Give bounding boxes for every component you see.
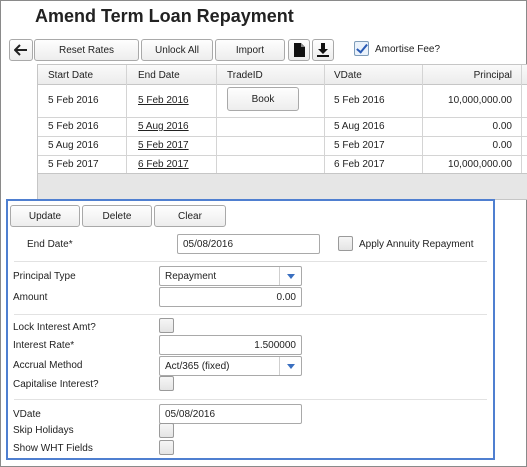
- page-title: Amend Term Loan Repayment: [35, 6, 294, 26]
- grid-cell-start-date: 5 Feb 2016: [48, 95, 99, 106]
- delete-button[interactable]: Delete: [82, 205, 152, 227]
- end-date-field[interactable]: 05/08/2016: [177, 234, 320, 254]
- repayment-grid: Start Date End Date TradeID VDate Princi…: [37, 64, 527, 200]
- chevron-down-icon[interactable]: [279, 267, 301, 285]
- download-icon: [317, 43, 329, 57]
- capitalise-interest-checkbox[interactable]: [159, 376, 174, 391]
- end-date-label: End Date*: [27, 239, 73, 250]
- grid-cell-end-date[interactable]: 5 Feb 2016: [138, 95, 189, 106]
- amount-field[interactable]: 0.00: [159, 287, 302, 307]
- arrow-left-icon: [14, 44, 27, 56]
- apply-annuity-label: Apply Annuity Repayment: [359, 239, 474, 250]
- grid-cell-start-date: 5 Feb 2017: [48, 159, 99, 170]
- chevron-down-icon[interactable]: [279, 357, 301, 375]
- show-wht-label: Show WHT Fields: [13, 443, 93, 454]
- download-button[interactable]: [312, 39, 334, 61]
- interest-rate-label: Interest Rate*: [13, 340, 75, 351]
- lock-interest-label: Lock Interest Amt?: [13, 322, 96, 333]
- reset-rates-button[interactable]: Reset Rates: [34, 39, 139, 61]
- grid-cell-vdate: 5 Aug 2016: [334, 121, 385, 132]
- grid-cell-principal: 0.00: [492, 140, 512, 151]
- unlock-all-button[interactable]: Unlock All: [141, 39, 213, 61]
- amend-term-loan-window: Amend Term Loan Repayment Reset Rates Un…: [0, 0, 527, 467]
- skip-holidays-label: Skip Holidays: [13, 425, 74, 436]
- accrual-method-value: Act/365 (fixed): [165, 360, 230, 372]
- col-header-start-date[interactable]: Start Date: [48, 70, 93, 81]
- amortise-fee-checkbox[interactable]: [354, 41, 369, 56]
- grid-cell-vdate: 5 Feb 2016: [334, 95, 385, 106]
- amortise-fee-label: Amortise Fee?: [375, 44, 441, 55]
- book-button[interactable]: Book: [227, 87, 299, 111]
- principal-type-label: Principal Type: [13, 271, 76, 282]
- grid-cell-principal: 10,000,000.00: [448, 95, 512, 106]
- capitalise-interest-label: Capitalise Interest?: [13, 379, 99, 390]
- import-button[interactable]: Import: [215, 39, 285, 61]
- grid-cell-end-date[interactable]: 5 Feb 2017: [138, 140, 189, 151]
- grid-cell-vdate: 5 Feb 2017: [334, 140, 385, 151]
- grid-cell-start-date: 5 Feb 2016: [48, 121, 99, 132]
- document-button[interactable]: [288, 39, 310, 61]
- col-header-end-date[interactable]: End Date: [138, 70, 180, 81]
- accrual-method-label: Accrual Method: [13, 360, 83, 371]
- interest-rate-field[interactable]: 1.500000: [159, 335, 302, 355]
- col-header-trade-id[interactable]: TradeID: [227, 70, 263, 81]
- vdate-label: VDate: [13, 409, 41, 420]
- apply-annuity-checkbox[interactable]: [338, 236, 353, 251]
- accrual-method-select[interactable]: Act/365 (fixed): [159, 356, 302, 376]
- clear-button[interactable]: Clear: [154, 205, 226, 227]
- repayment-edit-form: Update Delete Clear End Date* 05/08/2016…: [6, 199, 495, 460]
- grid-footer: [38, 173, 527, 199]
- update-button[interactable]: Update: [10, 205, 80, 227]
- document-icon: [293, 43, 305, 57]
- grid-cell-end-date[interactable]: 5 Aug 2016: [138, 121, 189, 132]
- grid-cell-principal: 10,000,000.00: [448, 159, 512, 170]
- vdate-field[interactable]: 05/08/2016: [159, 404, 302, 424]
- col-header-principal[interactable]: Principal: [433, 70, 512, 81]
- col-header-vdate[interactable]: VDate: [334, 70, 362, 81]
- back-button[interactable]: [9, 39, 33, 61]
- lock-interest-checkbox[interactable]: [159, 318, 174, 333]
- grid-cell-principal: 0.00: [492, 121, 512, 132]
- amount-label: Amount: [13, 292, 48, 303]
- principal-type-select[interactable]: Repayment: [159, 266, 302, 286]
- show-wht-checkbox[interactable]: [159, 440, 174, 455]
- grid-cell-end-date[interactable]: 6 Feb 2017: [138, 159, 189, 170]
- grid-cell-start-date: 5 Aug 2016: [48, 140, 99, 151]
- grid-cell-vdate: 6 Feb 2017: [334, 159, 385, 170]
- principal-type-value: Repayment: [165, 270, 217, 282]
- skip-holidays-checkbox[interactable]: [159, 423, 174, 438]
